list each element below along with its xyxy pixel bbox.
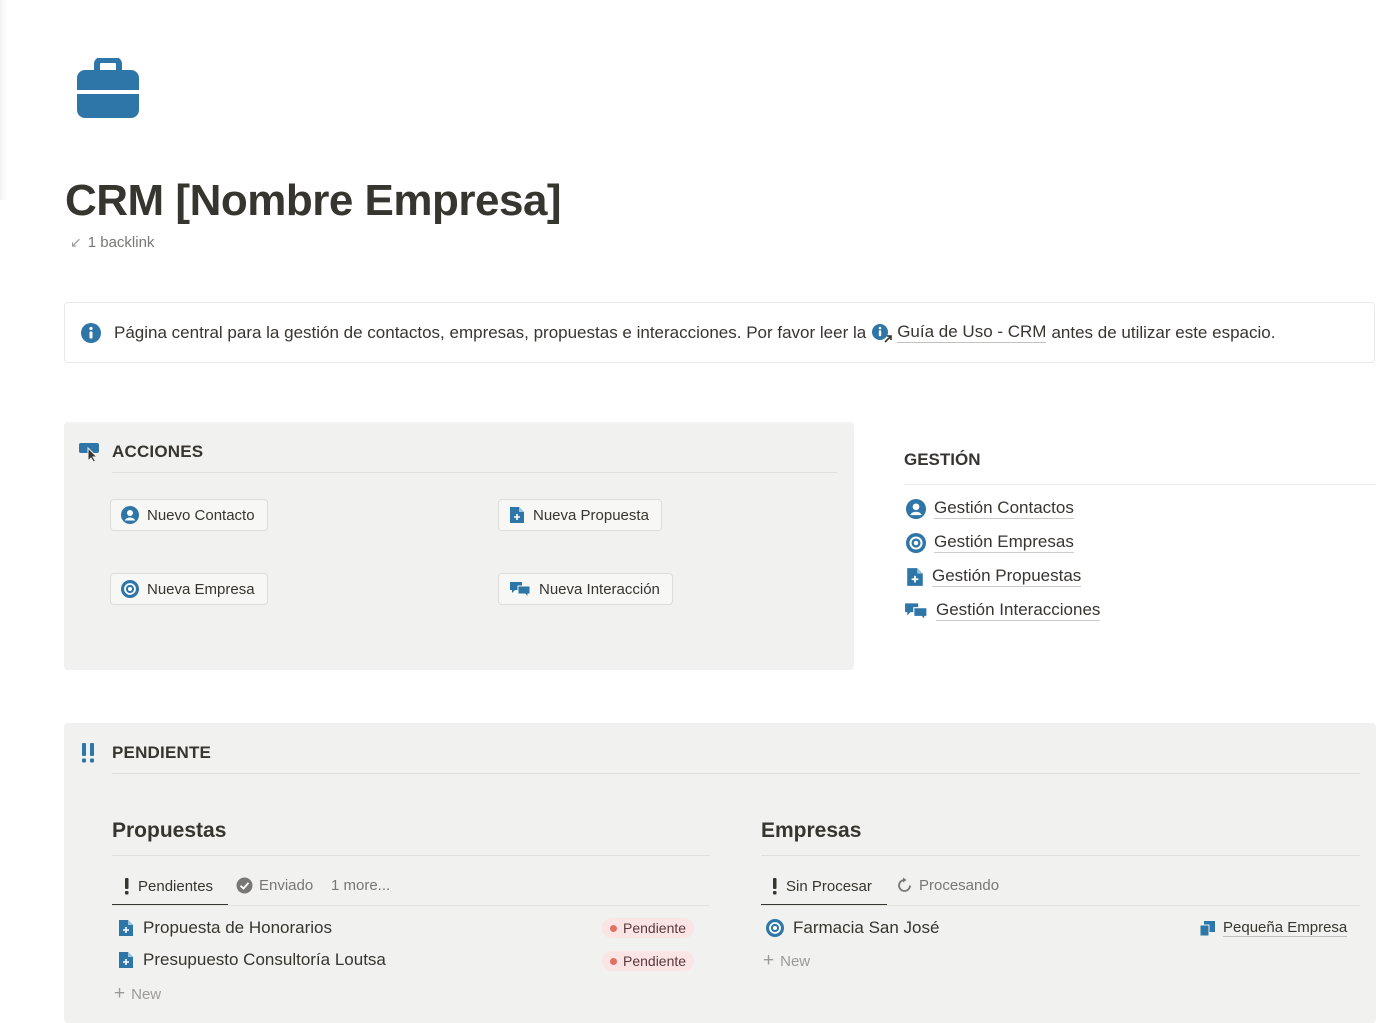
document-icon (119, 920, 133, 936)
tab-procesando[interactable]: Procesando (896, 877, 999, 894)
gestion-empresas-link[interactable]: Gestión Empresas (906, 532, 1074, 553)
table-row[interactable]: Presupuesto Consultoría Loutsa (118, 950, 386, 970)
gestion-contactos-link[interactable]: Gestión Contactos (906, 498, 1074, 519)
chat-icon (905, 602, 928, 621)
building-icon (1200, 920, 1215, 936)
tab-pendientes-label: Pendientes (138, 877, 214, 895)
page-title[interactable]: CRM [Nombre Empresa] (65, 176, 562, 226)
user-icon (906, 498, 926, 519)
document-icon (119, 952, 133, 968)
empresas-tabs-divider (761, 905, 1360, 906)
sidebar-edge-shadow (0, 0, 8, 200)
row-title: Farmacia San José (793, 918, 940, 937)
double-exclamation-icon (82, 743, 94, 763)
nuevo-contacto-label: Nuevo Contacto (147, 506, 255, 524)
propuestas-db-title[interactable]: Propuestas (112, 819, 226, 843)
chat-icon (510, 582, 531, 598)
propuestas-tabs-divider (112, 905, 710, 906)
pendiente-heading-label: PENDIENTE (112, 743, 212, 762)
acciones-block: ACCIONES Nuevo Contacto Nueva Propuesta … (64, 422, 854, 670)
tab-sin-procesar[interactable]: Sin Procesar (770, 877, 872, 895)
target-icon (121, 580, 139, 598)
callout-text-before: Página central para la gestión de contac… (114, 322, 867, 342)
acciones-divider (112, 472, 837, 473)
company-size-relation[interactable]: Pequeña Empresa (1200, 919, 1348, 937)
nueva-propuesta-label: Nueva Propuesta (533, 506, 649, 524)
user-icon (121, 506, 139, 524)
info-callout: Página central para la gestión de contac… (64, 302, 1375, 363)
tab-procesando-label: Procesando (919, 877, 1000, 894)
row-title: Presupuesto Consultoría Loutsa (143, 950, 386, 969)
refresh-icon (898, 877, 911, 892)
nuevo-contacto-button[interactable]: Nuevo Contacto (110, 499, 268, 531)
document-icon (907, 567, 923, 586)
nueva-empresa-button[interactable]: Nueva Empresa (110, 573, 268, 605)
gestion-interacciones-link[interactable]: Gestión Interacciones (904, 600, 1101, 621)
nueva-empresa-label: Nueva Empresa (147, 580, 255, 598)
arrow-down-left-icon: ↙ (70, 234, 82, 250)
status-label: Pendiente (623, 920, 687, 936)
document-icon (510, 507, 524, 523)
tab-pendientes[interactable]: Pendientes (122, 877, 213, 895)
empresas-new-button[interactable]: + New (763, 950, 810, 972)
acciones-heading: ACCIONES (78, 442, 203, 462)
info-icon (81, 322, 101, 343)
empresas-db-title[interactable]: Empresas (761, 819, 861, 843)
table-row[interactable]: Farmacia San José (766, 918, 939, 938)
pointer-icon (79, 443, 99, 462)
backlink-link[interactable]: ↙ 1 backlink (70, 234, 154, 251)
gestion-propuestas-link[interactable]: Gestión Propuestas (906, 566, 1082, 587)
exclamation-icon (125, 878, 129, 895)
pendiente-heading: PENDIENTE (80, 742, 211, 764)
gestion-divider (904, 484, 1376, 485)
acciones-heading-label: ACCIONES (112, 442, 204, 461)
exclamation-icon (773, 878, 777, 895)
status-label: Pendiente (623, 953, 687, 969)
row-title: Propuesta de Honorarios (143, 918, 333, 937)
backlink-label: 1 backlink (87, 234, 155, 251)
empresas-title-divider (761, 855, 1360, 856)
new-label: New (780, 952, 811, 970)
tab-more-label: 1 more... (331, 877, 391, 894)
gestion-propuestas-label: Gestión Propuestas (932, 566, 1082, 587)
pendiente-divider (112, 773, 1360, 774)
info-link-icon (872, 323, 893, 343)
check-circle-icon (236, 877, 253, 894)
briefcase-icon[interactable] (74, 58, 142, 122)
callout-text-after: antes de utilizar este espacio. (1051, 322, 1276, 342)
status-dot (610, 957, 617, 965)
new-label: New (131, 985, 162, 1003)
guide-link-label: Guía de Uso - CRM (897, 322, 1047, 343)
gestion-empresas-label: Gestión Empresas (934, 532, 1074, 553)
table-row[interactable]: Propuesta de Honorarios (118, 918, 332, 938)
pendiente-block: PENDIENTE Propuestas Pendientes Enviado … (64, 723, 1376, 1023)
propuestas-new-button[interactable]: + New (114, 983, 161, 1005)
status-badge: Pendiente (602, 951, 695, 971)
propuestas-title-divider (112, 855, 710, 856)
status-badge: Pendiente (602, 918, 695, 938)
gestion-interacciones-label: Gestión Interacciones (936, 600, 1101, 621)
gestion-heading: GESTIÓN (904, 450, 981, 469)
tab-sin-procesar-label: Sin Procesar (786, 877, 872, 895)
guide-page-link[interactable]: Guía de Uso - CRM (871, 322, 1047, 343)
target-icon (766, 919, 784, 937)
status-dot (610, 924, 617, 932)
nueva-propuesta-button[interactable]: Nueva Propuesta (498, 499, 662, 531)
plus-icon: + (763, 950, 775, 971)
nueva-interaccion-button[interactable]: Nueva Interacción (498, 573, 673, 605)
tab-more[interactable]: 1 more... (331, 877, 390, 894)
company-size-label: Pequeña Empresa (1223, 919, 1348, 937)
gestion-contactos-label: Gestión Contactos (934, 498, 1074, 519)
plus-icon: + (114, 983, 126, 1004)
tab-enviado[interactable]: Enviado (236, 877, 313, 894)
tab-enviado-label: Enviado (259, 877, 314, 894)
target-icon (906, 532, 926, 553)
nueva-interaccion-label: Nueva Interacción (539, 580, 660, 598)
